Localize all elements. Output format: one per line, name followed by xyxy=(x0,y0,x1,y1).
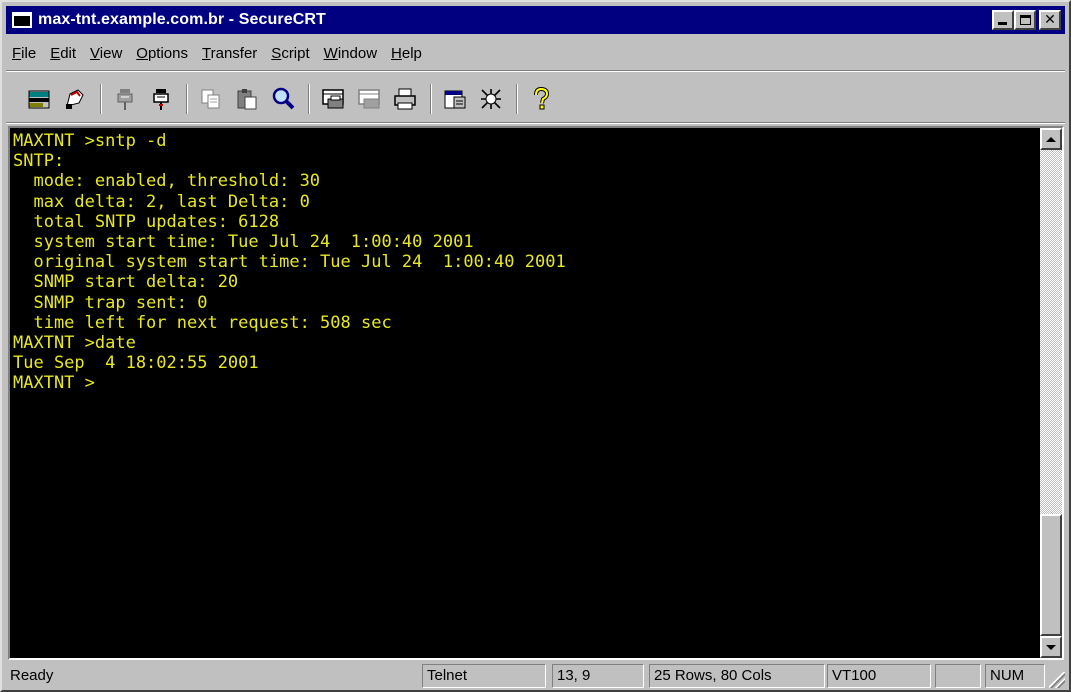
toolbar-separator xyxy=(100,84,102,114)
help-icon xyxy=(534,86,550,110)
connect-in-tab-button[interactable] xyxy=(108,82,142,116)
connect-icon xyxy=(28,90,50,109)
print-selection-icon xyxy=(358,89,380,109)
window-title: max-tnt.example.com.br - SecureCRT xyxy=(38,11,326,28)
session-options-icon xyxy=(444,90,466,109)
toolbar-separator-line xyxy=(6,122,1065,124)
terminal-line: MAXTNT >sntp -d xyxy=(13,131,167,151)
terminal-line: SNTP: xyxy=(13,151,65,172)
menu-script[interactable]: Script xyxy=(271,45,309,62)
title-bar[interactable]: max-tnt.example.com.br - SecureCRT ✕ xyxy=(6,6,1065,34)
menu-transfer[interactable]: Transfer xyxy=(202,45,257,62)
maximize-button[interactable] xyxy=(1014,10,1036,30)
scroll-down-button[interactable] xyxy=(1040,636,1062,658)
terminal-line: MAXTNT > xyxy=(13,373,95,394)
status-caps xyxy=(935,664,981,688)
terminal-line: time left for next request: 508 sec xyxy=(13,312,392,333)
connect-in-tab-icon xyxy=(117,89,133,110)
status-bar: Ready Telnet 13, 9 25 Rows, 80 Cols VT10… xyxy=(6,664,1065,688)
terminal-line: system start time: Tue Jul 24 1:00:40 20… xyxy=(13,231,474,252)
disconnect-icon xyxy=(153,89,169,110)
terminal-screen[interactable]: MAXTNT >sntp -d SNTP: mode: enabled, thre… xyxy=(10,128,1040,658)
menu-window[interactable]: Window xyxy=(324,45,377,62)
menu-edit[interactable]: Edit xyxy=(50,45,76,62)
vertical-scrollbar[interactable] xyxy=(1040,128,1062,658)
app-icon[interactable] xyxy=(12,12,32,28)
find-icon xyxy=(272,87,295,110)
terminal-frame: MAXTNT >sntp -d SNTP: mode: enabled, thre… xyxy=(8,126,1064,660)
scroll-up-button[interactable] xyxy=(1040,128,1062,150)
global-options-button[interactable] xyxy=(474,82,508,116)
resize-grip[interactable] xyxy=(1049,672,1065,688)
status-num: NUM xyxy=(985,664,1045,688)
arrow-up-icon xyxy=(1046,136,1056,142)
connect-button[interactable] xyxy=(22,82,56,116)
toolbar-separator xyxy=(516,84,518,114)
menu-bar: File Edit View Options Transfer Script W… xyxy=(6,38,1065,68)
status-protocol: Telnet xyxy=(422,664,546,688)
terminal-line: original system start time: Tue Jul 24 1… xyxy=(13,252,566,273)
minimize-button[interactable] xyxy=(992,10,1014,30)
print-screen-button[interactable] xyxy=(316,82,350,116)
toolbar xyxy=(6,76,1065,122)
quick-connect-button[interactable] xyxy=(58,82,92,116)
find-button[interactable] xyxy=(266,82,300,116)
terminal-line: SNMP start delta: 20 xyxy=(13,272,239,293)
print-icon xyxy=(394,88,416,110)
maximize-icon xyxy=(1019,15,1031,25)
securecrt-window: max-tnt.example.com.br - SecureCRT ✕ Fil… xyxy=(0,0,1071,692)
paste-icon xyxy=(237,89,257,110)
menu-view[interactable]: View xyxy=(90,45,122,62)
close-icon: ✕ xyxy=(1044,12,1056,28)
copy-button[interactable] xyxy=(194,82,228,116)
terminal-line: MAXTNT >date xyxy=(13,332,136,353)
print-screen-icon xyxy=(322,89,344,109)
terminal-line: mode: enabled, threshold: 30 xyxy=(13,171,321,192)
paste-button[interactable] xyxy=(230,82,264,116)
print-button[interactable] xyxy=(388,82,422,116)
help-button[interactable] xyxy=(524,82,558,116)
status-emulation: VT100 xyxy=(827,664,931,688)
menu-help[interactable]: Help xyxy=(391,45,422,62)
status-ready: Ready xyxy=(10,667,54,684)
minimize-icon xyxy=(998,22,1007,25)
arrow-down-icon xyxy=(1046,644,1056,650)
quick-connect-icon xyxy=(66,89,84,109)
toolbar-separator xyxy=(430,84,432,114)
terminal-line: max delta: 2, last Delta: 0 xyxy=(13,191,310,212)
session-options-button[interactable] xyxy=(438,82,472,116)
global-options-icon xyxy=(481,89,501,109)
toolbar-separator xyxy=(308,84,310,114)
toolbar-separator xyxy=(186,84,188,114)
terminal-line: total SNTP updates: 6128 xyxy=(13,211,280,232)
copy-icon xyxy=(201,89,220,109)
disconnect-button[interactable] xyxy=(144,82,178,116)
menu-file[interactable]: File xyxy=(12,45,36,62)
print-selection-button[interactable] xyxy=(352,82,386,116)
close-button[interactable]: ✕ xyxy=(1039,10,1061,30)
menu-options[interactable]: Options xyxy=(136,45,188,62)
scrollbar-thumb[interactable] xyxy=(1040,514,1062,636)
menu-separator xyxy=(6,70,1065,72)
status-size: 25 Rows, 80 Cols xyxy=(649,664,825,688)
terminal-line: SNMP trap sent: 0 xyxy=(13,292,208,313)
terminal-line: Tue Sep 4 18:02:55 2001 xyxy=(13,353,259,374)
status-cursor-position: 13, 9 xyxy=(552,664,644,688)
